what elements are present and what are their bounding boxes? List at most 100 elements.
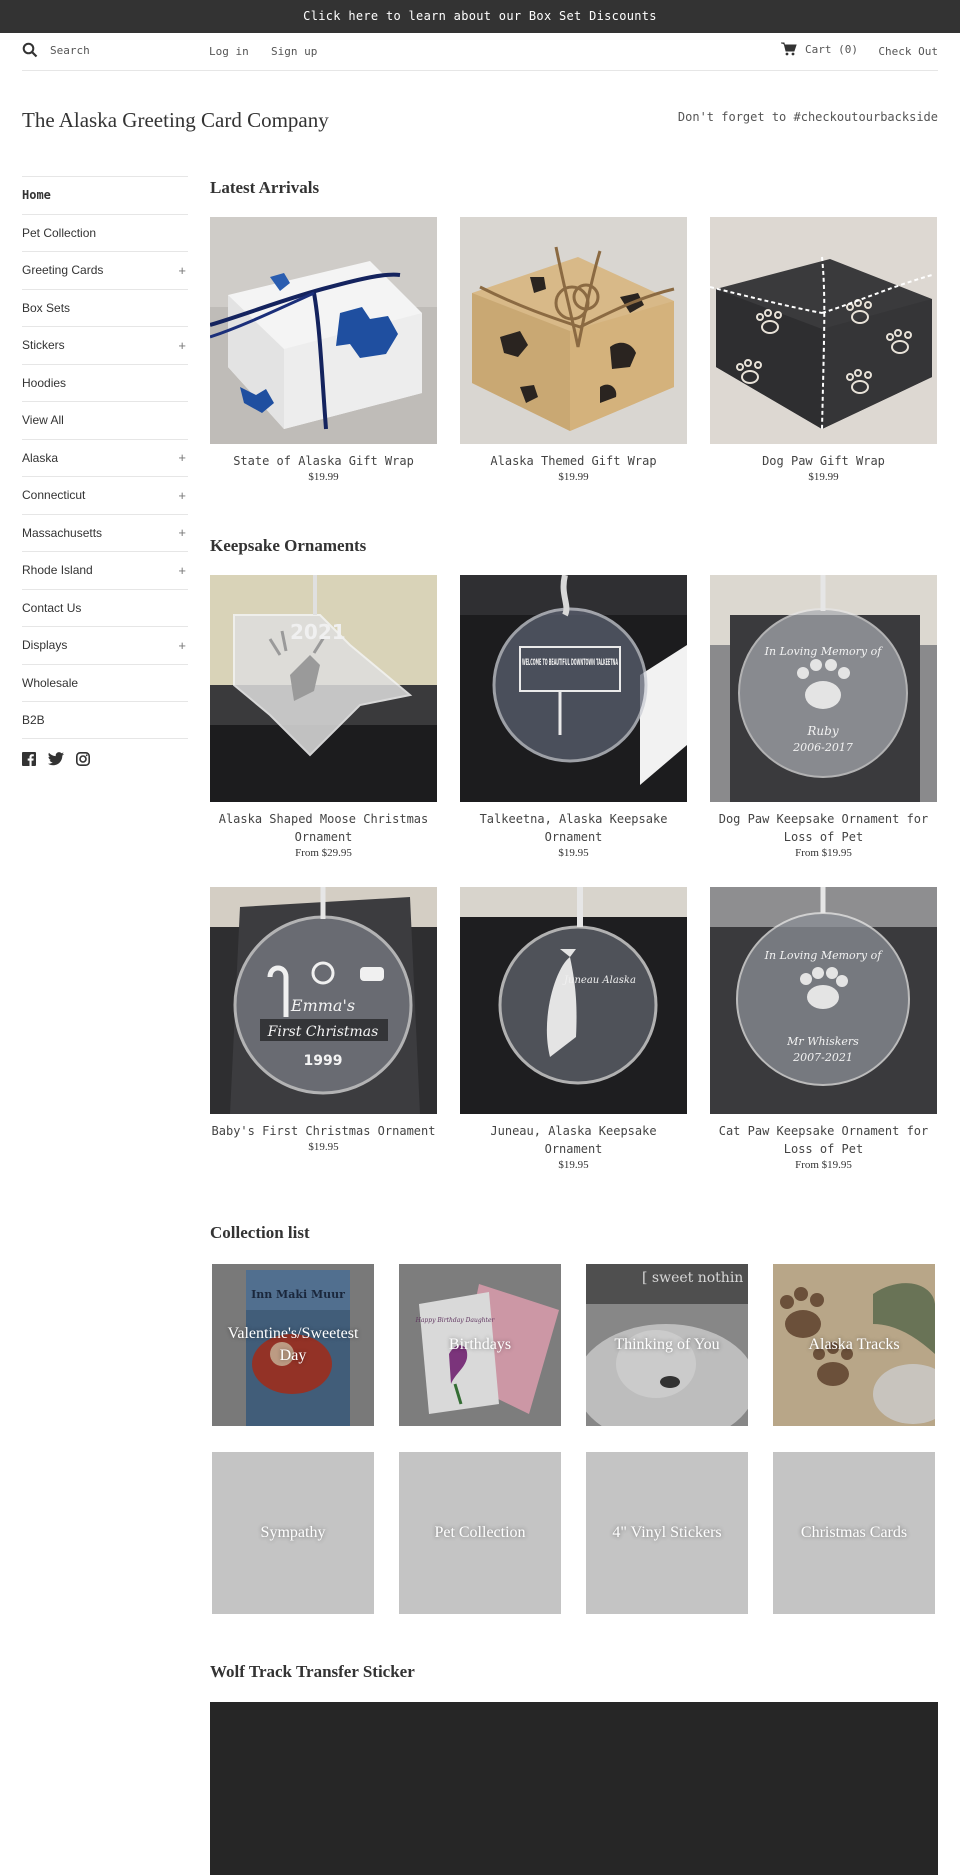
collection-christmas-cards[interactable]: Christmas Cards — [773, 1452, 935, 1614]
collection-label[interactable]: Pet Collection — [399, 1522, 561, 1544]
cart-link[interactable]: Cart (0) — [805, 43, 858, 56]
sidebar-item-pet-collection[interactable]: Pet Collection — [22, 213, 188, 252]
product-image-baby-first-christmas[interactable]: Emma's First Christmas 1999 — [210, 887, 437, 1114]
sidebar-item-home[interactable]: Home — [22, 176, 188, 214]
product-image-cat-paw-ornament[interactable]: In Loving Memory of Mr Whiskers 2007-202… — [710, 887, 937, 1114]
product-card[interactable]: WELCOME TO BEAUTIFUL DOWNTOWN TALKEETNA … — [460, 575, 687, 859]
collection-thinking-of-you[interactable]: [ sweet nothin Thinking of You — [586, 1264, 748, 1426]
collection-label[interactable]: Thinking of You — [586, 1334, 748, 1356]
product-card[interactable]: State of Alaska Gift Wrap $19.99 — [210, 217, 437, 483]
collection-label[interactable]: Birthdays — [399, 1334, 561, 1356]
sidebar-item-connecticut[interactable]: Connecticut + — [22, 476, 188, 514]
product-card[interactable]: Emma's First Christmas 1999 Baby's First… — [210, 887, 437, 1153]
expand-icon[interactable]: + — [178, 638, 188, 653]
product-price: From $19.95 — [795, 847, 852, 859]
sidebar-item-massachusetts[interactable]: Massachusetts + — [22, 513, 188, 552]
twitter-icon[interactable] — [48, 752, 64, 766]
product-image-talkeetna-ornament[interactable]: WELCOME TO BEAUTIFUL DOWNTOWN TALKEETNA — [460, 575, 687, 802]
announcement-bar[interactable]: Click here to learn about our Box Set Di… — [0, 0, 960, 33]
sidebar-item-displays[interactable]: Displays + — [22, 626, 188, 664]
product-name[interactable]: Talkeetna, Alaska Keepsake Ornament — [460, 810, 687, 846]
collection-valentines[interactable]: Inn Maki Muur Valentine's/Sweetest Day — [212, 1264, 374, 1426]
sidebar-item-rhode-island[interactable]: Rhode Island + — [22, 551, 188, 589]
product-image-dog-paw-gift-wrap[interactable] — [710, 217, 937, 444]
product-name[interactable]: Cat Paw Keepsake Ornament for Loss of Pe… — [710, 1122, 937, 1158]
checkout-link[interactable]: Check Out — [878, 45, 938, 58]
collection-label[interactable]: 4" Vinyl Stickers — [586, 1522, 748, 1544]
product-card[interactable]: In Loving Memory of Mr Whiskers 2007-202… — [710, 887, 937, 1171]
site-title[interactable]: The Alaska Greeting Card Company — [22, 108, 329, 133]
product-name[interactable]: Juneau, Alaska Keepsake Ornament — [460, 1122, 687, 1158]
product-image-alaska-gift-wrap[interactable] — [460, 217, 687, 444]
product-card[interactable]: 2021 Alaska Shaped Moose Christmas Ornam… — [210, 575, 437, 859]
ornament-engraving: First Christmas — [267, 1024, 379, 1040]
sidebar-item-hoodies[interactable]: Hoodies — [22, 363, 188, 402]
product-card[interactable]: Juneau Alaska Juneau, Alaska Keepsake Or… — [460, 887, 687, 1171]
sidebar-item-b2b[interactable]: B2B — [22, 701, 188, 739]
search-input[interactable] — [50, 43, 190, 57]
search-icon[interactable] — [22, 42, 38, 58]
sidebar-item-label: B2B — [22, 712, 45, 727]
video-player[interactable] — [210, 1702, 938, 1875]
expand-icon[interactable]: + — [178, 563, 188, 578]
cart-icon[interactable] — [781, 42, 797, 56]
collection-pet-collection[interactable]: Pet Collection — [399, 1452, 561, 1614]
collection-label[interactable]: Valentine's/Sweetest Day — [212, 1323, 374, 1367]
product-image-state-gift-wrap[interactable] — [210, 217, 437, 444]
collection-alaska-tracks[interactable]: Alaska Tracks — [773, 1264, 935, 1426]
video-section-heading: Wolf Track Transfer Sticker — [210, 1662, 415, 1681]
product-price: From $19.95 — [795, 1159, 852, 1171]
product-price: $19.95 — [558, 847, 589, 859]
product-card[interactable]: Alaska Themed Gift Wrap $19.99 — [460, 217, 687, 483]
ornament-engraving: Juneau Alaska — [562, 975, 636, 986]
collection-vinyl-stickers[interactable]: 4" Vinyl Stickers — [586, 1452, 748, 1614]
sidebar-item-label: Greeting Cards — [22, 263, 104, 278]
product-image-moose-ornament[interactable]: 2021 — [210, 575, 437, 802]
sidebar-item-view-all[interactable]: View All — [22, 401, 188, 439]
product-image-dog-paw-ornament[interactable]: In Loving Memory of Ruby 2006-2017 — [710, 575, 937, 802]
product-name[interactable]: Baby's First Christmas Ornament — [210, 1122, 437, 1140]
sidebar-item-alaska[interactable]: Alaska + — [22, 438, 188, 477]
collection-birthdays[interactable]: Happy Birthday Daughter Birthdays — [399, 1264, 561, 1426]
product-name[interactable]: Alaska Shaped Moose Christmas Ornament — [210, 810, 437, 846]
sidebar-item-label: Box Sets — [22, 300, 71, 315]
product-card[interactable]: Dog Paw Gift Wrap $19.99 — [710, 217, 937, 483]
product-name[interactable]: Dog Paw Keepsake Ornament for Loss of Pe… — [710, 810, 937, 846]
facebook-icon[interactable] — [22, 752, 36, 766]
sidebar-item-greeting-cards[interactable]: Greeting Cards + — [22, 251, 188, 289]
product-price: $19.99 — [558, 471, 589, 483]
collection-label[interactable]: Christmas Cards — [773, 1522, 935, 1544]
instagram-icon[interactable] — [76, 752, 90, 766]
product-price: $19.99 — [308, 471, 339, 483]
sidebar-item-label: Massachusetts — [22, 525, 103, 540]
expand-icon[interactable]: + — [178, 338, 188, 353]
keepsake-ornaments-heading: Keepsake Ornaments — [210, 536, 367, 555]
product-price: $19.95 — [308, 1141, 339, 1153]
sidebar-item-stickers[interactable]: Stickers + — [22, 326, 188, 364]
product-image-juneau-ornament[interactable]: Juneau Alaska — [460, 887, 687, 1114]
sidebar-item-contact-us[interactable]: Contact Us — [22, 588, 188, 627]
ornament-engraving: In Loving Memory of — [764, 949, 884, 962]
product-name[interactable]: Alaska Themed Gift Wrap — [460, 452, 687, 470]
expand-icon[interactable]: + — [178, 488, 188, 503]
login-link[interactable]: Log in — [209, 45, 249, 58]
signup-link[interactable]: Sign up — [271, 45, 317, 58]
product-card[interactable]: In Loving Memory of Ruby 2006-2017 Dog P… — [710, 575, 937, 859]
expand-icon[interactable]: + — [178, 525, 188, 540]
collection-label[interactable]: Sympathy — [212, 1522, 374, 1544]
sidebar-item-label: Alaska — [22, 450, 59, 465]
product-name[interactable]: Dog Paw Gift Wrap — [710, 452, 937, 470]
social-links — [22, 752, 90, 766]
latest-arrivals-heading: Latest Arrivals — [210, 178, 320, 197]
cart[interactable]: Cart (0) — [781, 42, 858, 56]
product-name[interactable]: State of Alaska Gift Wrap — [210, 452, 437, 470]
search-form[interactable] — [22, 42, 190, 58]
ornament-engraving: WELCOME TO BEAUTIFUL DOWNTOWN TALKEETNA — [522, 658, 618, 668]
sidebar-item-wholesale[interactable]: Wholesale — [22, 663, 188, 702]
expand-icon[interactable]: + — [178, 450, 188, 465]
collection-label[interactable]: Alaska Tracks — [773, 1334, 935, 1356]
expand-icon[interactable]: + — [178, 263, 188, 278]
collection-sympathy[interactable]: Sympathy — [212, 1452, 374, 1614]
sidebar-item-box-sets[interactable]: Box Sets — [22, 288, 188, 327]
ornament-engraving: 2006-2017 — [792, 741, 853, 754]
